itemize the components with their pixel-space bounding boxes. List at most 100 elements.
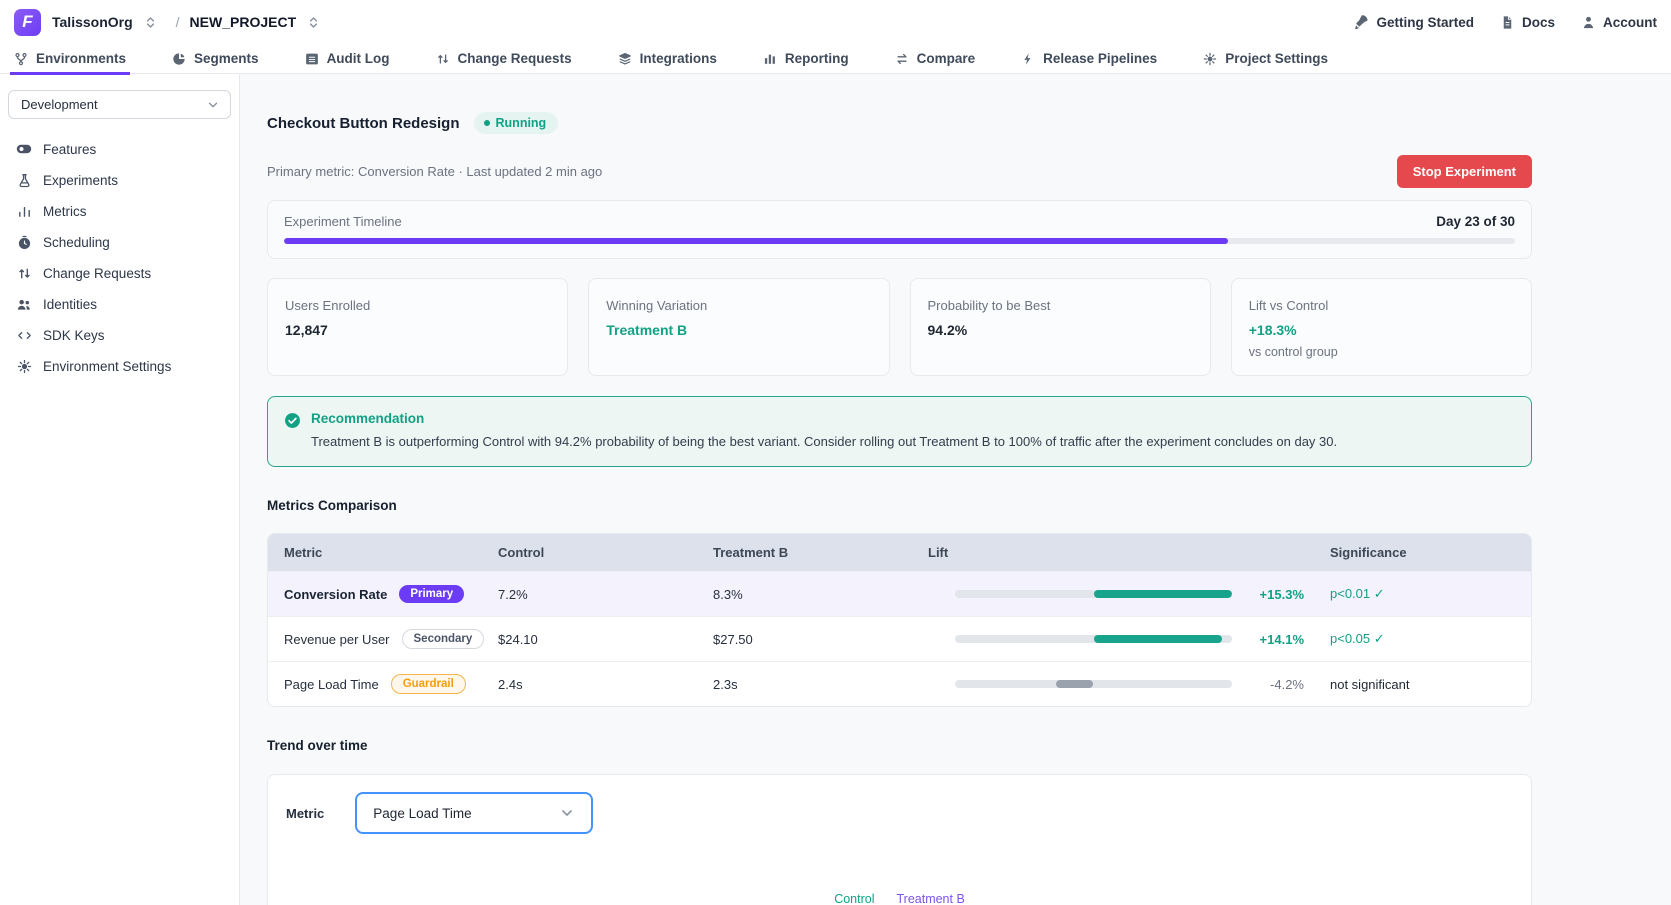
environment-selector[interactable]: Development	[8, 90, 231, 119]
experiment-meta: Primary metric: Conversion Rate · Last u…	[267, 164, 602, 179]
docs-link[interactable]: Docs	[1500, 15, 1555, 30]
column-header-metric: Metric	[284, 545, 498, 560]
sidebar-item-label: Features	[43, 142, 96, 157]
timeline-day-counter: Day 23 of 30	[1436, 214, 1515, 229]
stat-card-lift-vs-control: Lift vs Control +18.3% vs control group	[1231, 278, 1532, 376]
tab-reporting[interactable]: Reporting	[763, 44, 849, 74]
tab-label: Project Settings	[1225, 51, 1328, 66]
table-row[interactable]: Page Load Time Guardrail 2.4s 2.3s -4.2%…	[268, 661, 1531, 706]
document-icon	[1500, 15, 1515, 30]
lift-value: -4.2%	[1232, 677, 1330, 692]
sidebar-item-label: Metrics	[43, 204, 87, 219]
table-row[interactable]: Conversion Rate Primary 7.2% 8.3% +15.3%…	[268, 571, 1531, 616]
secondary-badge: Secondary	[402, 629, 485, 649]
control-value: $24.10	[498, 632, 713, 647]
status-badge-label: Running	[496, 116, 547, 130]
tab-label: Release Pipelines	[1043, 51, 1157, 66]
experiment-title: Checkout Button Redesign	[267, 115, 460, 132]
tab-integrations[interactable]: Integrations	[618, 44, 717, 74]
sidebar-item-label: Environment Settings	[43, 359, 171, 374]
table-row[interactable]: Revenue per User Secondary $24.10 $27.50…	[268, 616, 1531, 661]
tab-release-pipelines[interactable]: Release Pipelines	[1021, 44, 1157, 74]
column-header-lift: Lift	[928, 545, 1330, 560]
metric-name: Conversion Rate	[284, 587, 387, 602]
tab-label: Audit Log	[327, 51, 390, 66]
tab-segments[interactable]: Segments	[172, 44, 259, 74]
metric-select-dropdown[interactable]: Page Load Time	[355, 792, 593, 834]
control-value: 2.4s	[498, 677, 713, 692]
org-name[interactable]: TalissonOrg	[52, 14, 133, 30]
status-badge: Running	[474, 112, 559, 134]
tab-environments[interactable]: Environments	[14, 44, 126, 74]
lift-bar-track	[955, 590, 1232, 598]
sidebar-item-label: Change Requests	[43, 266, 151, 281]
sidebar-item-label: Identities	[43, 297, 97, 312]
metrics-bars-icon	[16, 204, 32, 219]
tab-project-settings[interactable]: Project Settings	[1203, 44, 1328, 74]
user-icon	[1581, 15, 1596, 30]
legend-item-control[interactable]: Control	[834, 892, 874, 905]
pull-request-icon	[16, 266, 32, 281]
getting-started-label: Getting Started	[1376, 15, 1474, 30]
timeline-label: Experiment Timeline	[284, 214, 402, 229]
trend-over-time-card: Metric Page Load Time Control Treatment …	[267, 774, 1532, 905]
tab-label: Integrations	[640, 51, 717, 66]
sidebar-nav: Features Experiments Metrics Scheduling	[8, 133, 231, 382]
legend-item-treatment-b[interactable]: Treatment B	[896, 892, 964, 905]
stat-label: Users Enrolled	[285, 298, 550, 313]
docs-label: Docs	[1522, 15, 1555, 30]
tab-audit-log[interactable]: Audit Log	[305, 44, 390, 74]
recommendation-banner: Recommendation Treatment B is outperform…	[267, 396, 1532, 467]
stat-card-winning-variation: Winning Variation Treatment B	[588, 278, 889, 376]
tab-change-requests[interactable]: Change Requests	[436, 44, 572, 74]
recommendation-body: Treatment B is outperforming Control wit…	[311, 433, 1337, 451]
stop-experiment-button[interactable]: Stop Experiment	[1397, 155, 1532, 188]
sidebar-item-scheduling[interactable]: Scheduling	[8, 227, 231, 258]
treatment-value: 2.3s	[713, 677, 928, 692]
sidebar-item-experiments[interactable]: Experiments	[8, 165, 231, 196]
main-content: Checkout Button Redesign Running Primary…	[240, 74, 1671, 905]
stat-cards-row: Users Enrolled 12,847 Winning Variation …	[267, 278, 1532, 376]
lift-value: +15.3%	[1232, 587, 1330, 602]
layers-icon	[618, 52, 632, 66]
org-switcher-icon[interactable]	[143, 15, 158, 30]
tab-label: Compare	[917, 51, 976, 66]
trend-heading: Trend over time	[267, 738, 1532, 753]
stat-value: 94.2%	[928, 322, 1193, 338]
sidebar-item-environment-settings[interactable]: Environment Settings	[8, 351, 231, 382]
column-header-treatment: Treatment B	[713, 545, 928, 560]
column-header-control: Control	[498, 545, 713, 560]
account-link[interactable]: Account	[1581, 15, 1657, 30]
primary-badge: Primary	[399, 585, 464, 603]
sidebar-item-features[interactable]: Features	[8, 133, 231, 165]
project-name[interactable]: NEW_PROJECT	[190, 14, 297, 30]
metric-name: Revenue per User	[284, 632, 390, 647]
sidebar-item-label: Experiments	[43, 173, 118, 188]
app-logo[interactable]: F	[14, 9, 41, 36]
significance-value: p<0.05 ✓	[1330, 631, 1531, 647]
status-dot-icon	[484, 120, 490, 126]
top-bar: F TalissonOrg / NEW_PROJECT Getting Star…	[0, 0, 1671, 44]
stat-subtext: vs control group	[1249, 345, 1514, 359]
lift-bar-track	[955, 635, 1232, 643]
list-icon	[305, 52, 319, 66]
sidebar-item-change-requests[interactable]: Change Requests	[8, 258, 231, 289]
sidebar-item-metrics[interactable]: Metrics	[8, 196, 231, 227]
tab-label: Environments	[36, 51, 126, 66]
code-icon	[16, 328, 32, 343]
project-switcher-icon[interactable]	[306, 15, 321, 30]
lift-bar-fill	[1094, 590, 1233, 598]
check-circle-icon	[284, 412, 301, 451]
treatment-value: $27.50	[713, 632, 928, 647]
recommendation-title: Recommendation	[311, 411, 1337, 426]
chevron-down-icon	[559, 805, 575, 821]
stopwatch-icon	[16, 235, 32, 250]
pull-request-icon	[436, 52, 450, 66]
table-header-row: Metric Control Treatment B Lift Signific…	[268, 534, 1531, 571]
getting-started-link[interactable]: Getting Started	[1353, 14, 1474, 30]
sidebar-item-sdk-keys[interactable]: SDK Keys	[8, 320, 231, 351]
tab-compare[interactable]: Compare	[895, 44, 976, 74]
metric-picker-label: Metric	[286, 806, 324, 821]
column-header-significance: Significance	[1330, 545, 1531, 560]
sidebar-item-identities[interactable]: Identities	[8, 289, 231, 320]
